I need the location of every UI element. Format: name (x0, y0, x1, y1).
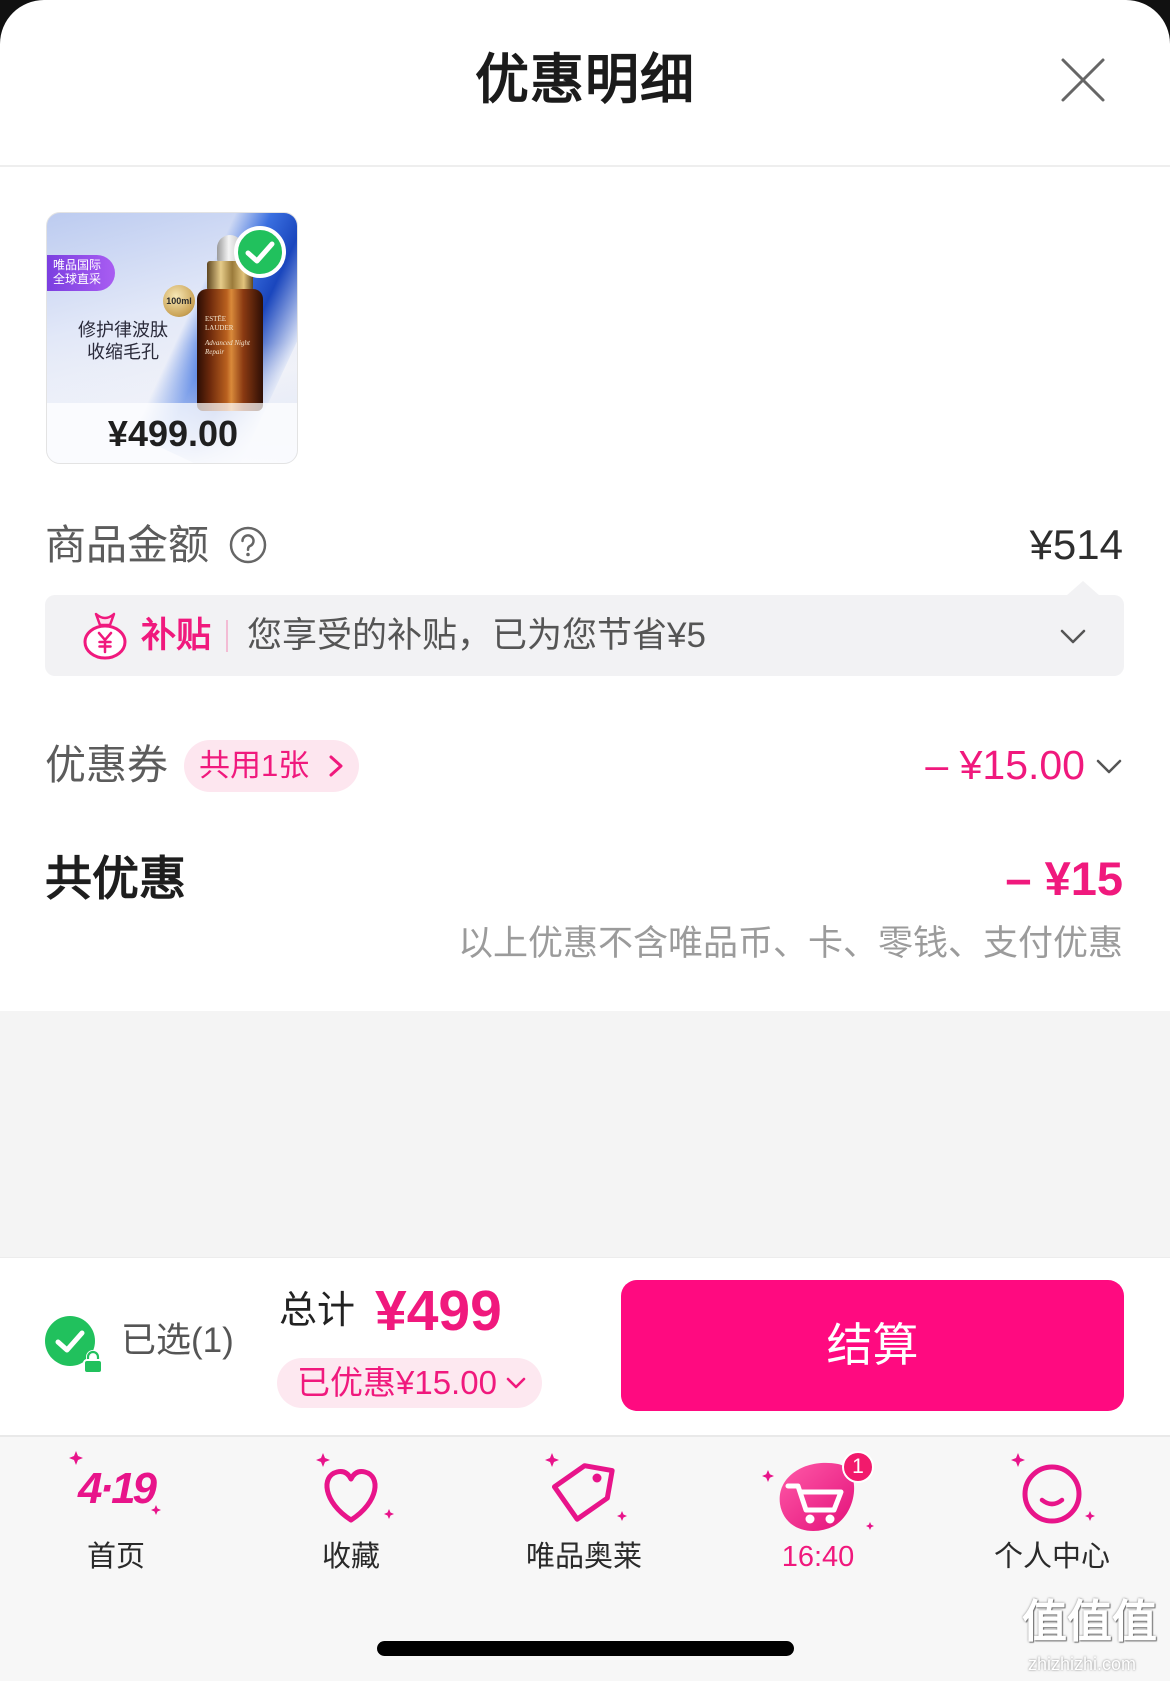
serum-bottle: ESTĒE LAUDER Advanced Night Repair (197, 289, 263, 411)
discount-note: 以上优惠不含唯品币、卡、零钱、支付优惠 (457, 924, 1123, 963)
product-slogan-line-1: 修护律波肽 (78, 320, 168, 340)
chevron-right-icon (329, 755, 343, 777)
goods-amount-label: 商品金额 (45, 522, 209, 568)
chevron-down-icon (506, 1377, 526, 1389)
discount-summary-text: 已优惠¥15.00 (297, 1364, 497, 1401)
watermark-site: zhizhizhi.com (1028, 1654, 1137, 1674)
chevron-down-icon[interactable] (1093, 750, 1125, 782)
tab-cart[interactable]: 1 16:40 (718, 1437, 918, 1587)
subsidy-banner[interactable]: 补贴 您享受的补贴，已为您节省¥5 (45, 595, 1124, 676)
badge-line-2: 全球直采 (53, 272, 102, 286)
header-divider (0, 165, 1170, 167)
money-bag-icon (83, 612, 127, 660)
subsidy-separator (226, 620, 228, 652)
tab-favorites[interactable]: 收藏 (251, 1437, 451, 1587)
product-price: ¥499.00 (47, 403, 297, 463)
heart-icon (316, 1453, 394, 1523)
global-direct-badge: 唯品国际 全球直采 (47, 255, 115, 291)
chevron-down-icon[interactable] (1056, 619, 1090, 653)
subsidy-tag: 补贴 (141, 616, 212, 655)
bottle-product-name: Advanced Night Repair (205, 339, 250, 356)
tab-label: 首页 (86, 1541, 145, 1573)
total-amount: ¥499 (375, 1279, 502, 1343)
total-label: 总计 (279, 1290, 356, 1332)
home-419-icon: 4·19 (66, 1442, 166, 1542)
close-icon (1061, 58, 1105, 102)
subsidy-pointer (1066, 581, 1100, 596)
watermark-logo: 值值值 (1022, 1596, 1158, 1647)
coupon-discount-value: – ¥15.00 (925, 742, 1085, 788)
selected-count: 已选(1) (121, 1321, 234, 1360)
cart-count-badge: 1 (842, 1451, 874, 1483)
empty-gray-area (0, 1011, 1170, 1257)
discount-summary-pill[interactable]: 已优惠¥15.00 (277, 1358, 542, 1408)
tab-label: 个人中心 (993, 1541, 1110, 1573)
product-selected-check-icon[interactable] (233, 225, 287, 279)
volume-tag: 100ml (163, 285, 195, 317)
home-419-text: 4·19 (77, 1464, 157, 1513)
checkout-button[interactable]: 结算 (621, 1280, 1124, 1411)
badge-line-1: 唯品国际 (53, 258, 102, 272)
bottle-brand: ESTĒE LAUDER (205, 315, 234, 332)
close-button[interactable] (1058, 55, 1108, 105)
tag-icon (545, 1453, 627, 1522)
smiley-icon (1011, 1453, 1095, 1524)
cart-countdown-label: 16:40 (781, 1541, 855, 1573)
screen: 优惠明细 唯品国际 全球直采 100ml ESTĒE LAUDER Advanc… (0, 0, 1170, 1681)
goods-amount-value: ¥514 (1029, 521, 1123, 568)
tab-home[interactable]: 4·19 首页 (16, 1437, 216, 1587)
page-title: 优惠明细 (475, 50, 695, 110)
product-slogan-line-2: 收缩毛孔 (87, 342, 159, 362)
home-indicator[interactable] (377, 1641, 794, 1656)
coupon-count-text: 共用1张 (199, 748, 310, 783)
tab-label: 收藏 (321, 1541, 380, 1573)
coupon-count-badge[interactable]: 共用1张 (184, 740, 359, 792)
discount-detail-sheet: 优惠明细 唯品国际 全球直采 100ml ESTĒE LAUDER Advanc… (0, 0, 1170, 1681)
checkout-bar: 已选(1) 总计 ¥499 已优惠¥15.00 结算 (0, 1257, 1170, 1435)
tab-label: 唯品奥莱 (525, 1541, 642, 1573)
coupon-label: 优惠券 (45, 742, 168, 788)
total-discount-label: 共优惠 (45, 852, 186, 905)
product-thumbnail[interactable]: 唯品国际 全球直采 100ml ESTĒE LAUDER Advanced Ni… (46, 212, 298, 464)
total-discount-value: – ¥15 (1005, 852, 1123, 905)
help-question-icon[interactable] (229, 526, 267, 564)
subsidy-text: 您享受的补贴，已为您节省¥5 (247, 616, 706, 655)
tab-profile[interactable]: 个人中心 (952, 1437, 1152, 1587)
cart-icon: 1 (758, 1442, 882, 1542)
tab-outlet[interactable]: 唯品奥莱 (484, 1437, 684, 1587)
lock-icon (83, 1350, 103, 1374)
